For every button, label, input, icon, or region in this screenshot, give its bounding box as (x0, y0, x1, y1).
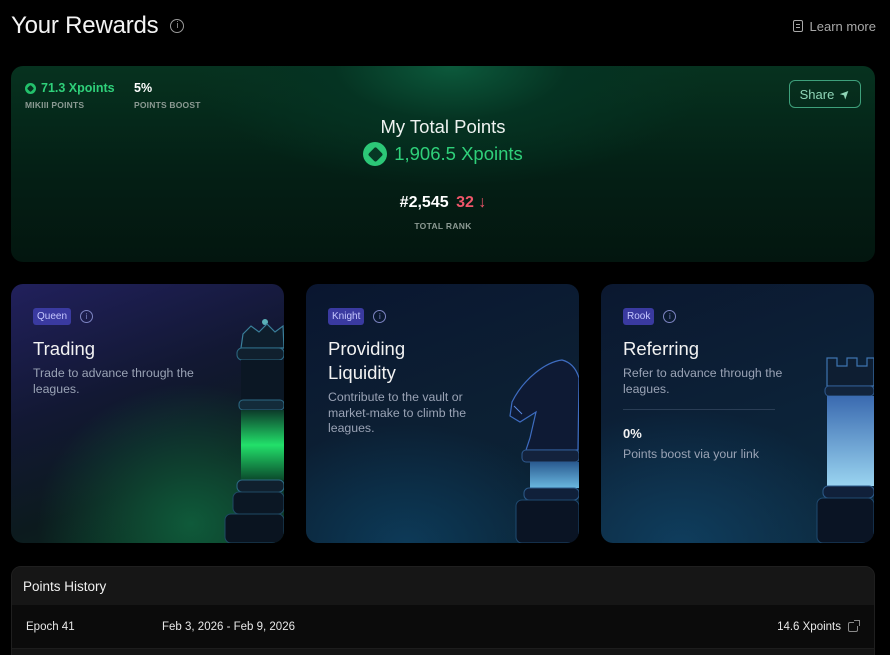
rank-change: 32 ↓ (456, 194, 486, 211)
referral-boost-value: 0% (623, 426, 642, 441)
knight-tag: Knight (328, 308, 365, 325)
trading-title: Trading (33, 338, 96, 359)
xpoints-coin-icon (25, 82, 36, 94)
table-row[interactable]: Epoch 41 Feb 3, 2026 - Feb 9, 2026 14.6 … (12, 605, 874, 649)
points-history-panel: Points History Epoch 41 Feb 3, 2026 - Fe… (11, 566, 875, 655)
points-history-title: Points History (12, 567, 874, 605)
page-header: Your Rewards i Learn more (11, 10, 876, 42)
total-points-title: My Total Points (380, 116, 506, 137)
rank-label: TOTAL RANK (414, 221, 472, 231)
date-range-cell: Feb 3, 2026 - Feb 9, 2026 (162, 620, 295, 633)
mikiii-points-stat: 71.3 Xpoints MIKIII POINTS (25, 81, 115, 110)
referring-card[interactable]: Rook i Referring Refer to advance throug… (601, 284, 874, 543)
knight-piece-icon (509, 359, 579, 543)
total-points-panel: 71.3 Xpoints MIKIII POINTS 5% POINTS BOO… (11, 66, 875, 262)
page-title: Your Rewards (11, 12, 159, 39)
info-icon[interactable]: i (80, 310, 94, 323)
liquidity-title: Providing Liquidity (328, 338, 406, 383)
queen-piece-icon (224, 319, 284, 543)
epoch-cell: Epoch 41 (26, 620, 75, 633)
points-boost-stat: 5% POINTS BOOST (134, 81, 201, 110)
learn-more-link[interactable]: Learn more (792, 18, 876, 34)
referring-title: Referring (623, 338, 700, 359)
liquidity-description: Contribute to the vault or market-make t… (328, 390, 467, 435)
queen-tag: Queen (33, 308, 72, 325)
document-icon (792, 20, 803, 32)
points-value: 14.6 Xpoints (777, 620, 841, 633)
rook-tag: Rook (623, 308, 655, 325)
info-icon[interactable]: i (373, 310, 387, 323)
points-cell: 14.6 Xpoints (777, 619, 874, 633)
liquidity-card[interactable]: Knight i Providing Liquidity Contribute … (306, 284, 579, 543)
share-button[interactable]: Share ➤ (789, 80, 861, 108)
xpoints-coin-icon (363, 142, 388, 166)
mikiii-points-label: MIKIII POINTS (25, 100, 85, 110)
external-link-icon[interactable] (848, 619, 860, 632)
trading-card[interactable]: Queen i Trading Trade to advance through… (11, 284, 284, 543)
points-boost-value: 5% (134, 81, 153, 95)
learn-more-label: Learn more (809, 18, 876, 34)
rank-value: #2,545 (399, 194, 449, 211)
mikiii-points-value: 71.3 Xpoints (41, 81, 115, 95)
total-points-display: 1,906.5 Xpoints (11, 142, 875, 166)
arrow-down-icon: ↓ (478, 194, 487, 211)
rank-row: #2,545 32 ↓ (11, 194, 875, 212)
info-icon[interactable]: i (170, 19, 185, 33)
info-icon[interactable]: i (663, 310, 677, 323)
rook-piece-icon (816, 357, 874, 543)
share-label: Share (799, 86, 835, 102)
rank-change-value: 32 (456, 194, 474, 211)
referring-description: Refer to advance through the leagues. (623, 366, 783, 396)
divider (623, 409, 775, 410)
trading-description: Trade to advance through the leagues. (33, 366, 194, 396)
points-boost-label: POINTS BOOST (134, 100, 201, 110)
share-arrow-icon: ➤ (836, 85, 854, 103)
referral-boost-label: Points boost via your link (623, 447, 760, 461)
total-points-value: 1,906.5 Xpoints (394, 143, 523, 164)
